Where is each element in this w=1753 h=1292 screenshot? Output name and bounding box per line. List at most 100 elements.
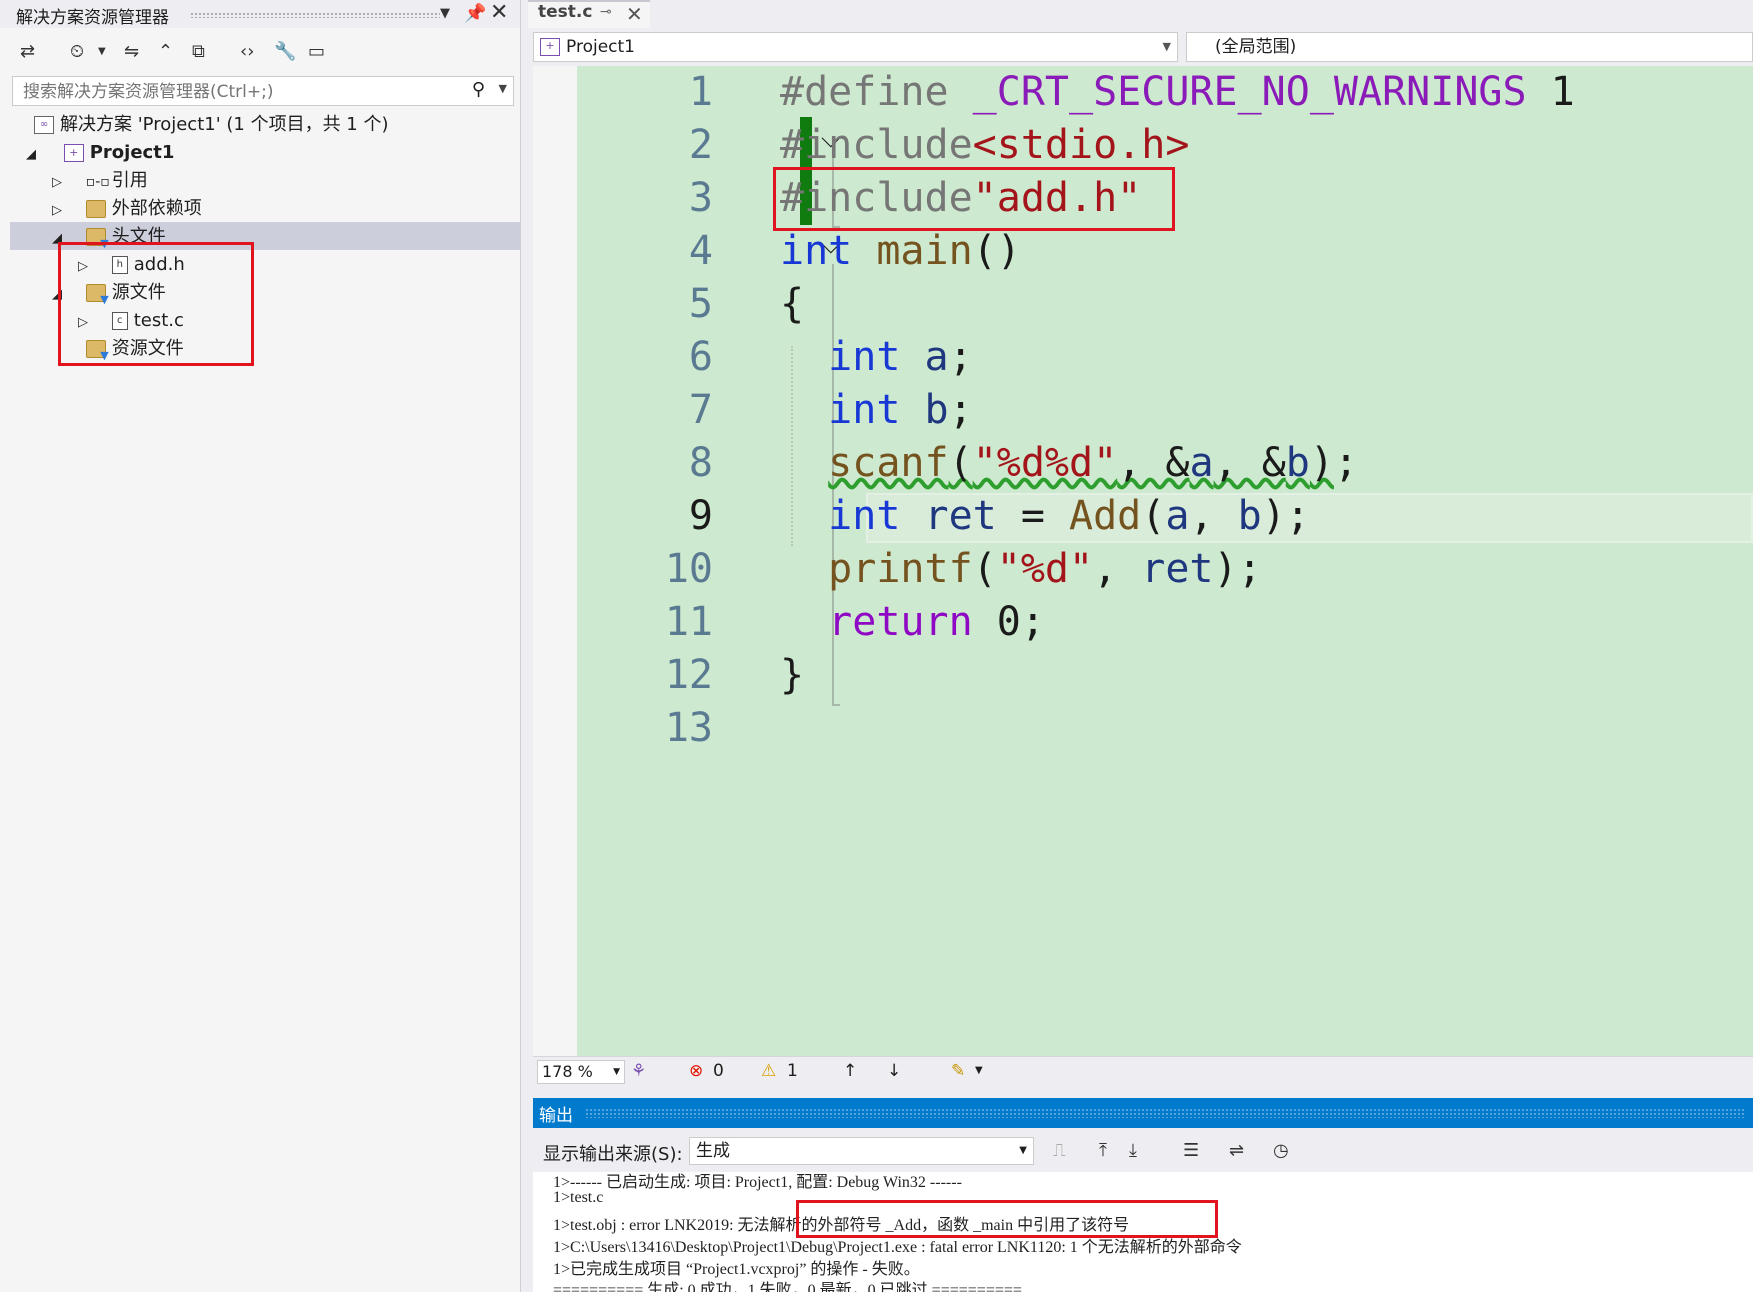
- chevron-down-icon[interactable]: ▼: [975, 1065, 983, 1076]
- project-label: Project1: [89, 142, 175, 163]
- line-number: 10: [664, 546, 713, 592]
- references-icon: ▫-▫: [85, 174, 110, 190]
- intellicode-icon[interactable]: ⚘: [631, 1061, 646, 1081]
- pending-changes-icon[interactable]: ⏲: [70, 40, 84, 64]
- collapsed-arrow-icon[interactable]: ▷: [52, 169, 66, 197]
- solution-explorer-title: 解决方案资源管理器: [16, 8, 169, 28]
- output-source-dropdown[interactable]: 生成 ▼: [689, 1137, 1034, 1165]
- annotation-highlight-box: [796, 1200, 1218, 1238]
- preview-selected-icon[interactable]: ▭: [308, 40, 325, 64]
- properties-wrench-icon[interactable]: 🔧: [274, 40, 296, 64]
- expanded-arrow-icon[interactable]: ◢: [26, 141, 40, 169]
- solution-explorer-titlebar: 解决方案资源管理器 ▼ 📌 ✕: [0, 0, 520, 28]
- line-number: 7: [688, 387, 713, 433]
- project-dropdown-value: Project1: [566, 37, 635, 57]
- error-count[interactable]: 0: [713, 1061, 724, 1081]
- tree-solution-node[interactable]: ∞ 解决方案 'Project1' (1 个项目，共 1 个): [34, 111, 389, 139]
- titlebar-grip[interactable]: [190, 12, 440, 18]
- cpp-project-icon: +: [540, 38, 560, 56]
- output-titlebar: 输出: [533, 1098, 1753, 1128]
- code-line-9: int ret = Add(a, b);: [828, 493, 1310, 539]
- tab-close-icon[interactable]: ✕: [626, 2, 643, 26]
- line-number: 5: [688, 281, 713, 327]
- window-position-dropdown-icon[interactable]: ▼: [440, 2, 450, 26]
- line-number: 4: [688, 228, 713, 274]
- code-line-5: {: [780, 281, 805, 327]
- output-line: ========== 生成: 0 成功，1 失败，0 最新，0 已跳过 ====…: [553, 1282, 1022, 1292]
- solution-search-box: ⚲ ▼: [12, 76, 514, 106]
- solution-explorer-panel: 解决方案资源管理器 ▼ 📌 ✕ ⇄ ⏲ ▼ ⇋ ⌃ ⧉ ‹› 🔧 ▭ ⚲ ▼ ∞…: [0, 0, 521, 1292]
- chevron-down-icon[interactable]: ▼: [1019, 1138, 1027, 1164]
- zoom-value: 178 %: [542, 1062, 593, 1081]
- editor-status-bar: 178 % ▼ ⚘ ⊗ 0 ⚠ 1 ↑ ↓ ✎ ▼: [533, 1056, 1753, 1089]
- scope-dropdown[interactable]: (全局范围): [1186, 32, 1753, 62]
- solution-label: 解决方案 'Project1' (1 个项目，共 1 个): [60, 114, 389, 135]
- code-line-7: int b;: [828, 387, 973, 433]
- external-deps-folder-icon: [85, 200, 106, 218]
- search-options-dropdown-icon[interactable]: ▼: [499, 82, 507, 95]
- tab-test-c[interactable]: test.c ⊸ ✕: [528, 0, 650, 28]
- tree-external-deps-node[interactable]: ▷ 外部依赖项: [52, 195, 202, 223]
- code-line-2: #include<stdio.h>: [780, 122, 1190, 168]
- solution-search-input[interactable]: [21, 79, 465, 105]
- line-number-current: 9: [688, 493, 713, 539]
- warning-count[interactable]: 1: [787, 1061, 798, 1081]
- output-text-area[interactable]: 1>------ 已启动生成: 项目: Project1, 配置: Debug …: [533, 1172, 1753, 1292]
- line-number: 6: [688, 334, 713, 380]
- titlebar-grip[interactable]: [585, 1108, 1745, 1118]
- tab-pin-icon[interactable]: ⊸: [600, 4, 612, 20]
- word-wrap-icon[interactable]: ⇌: [1229, 1139, 1244, 1163]
- line-number: 13: [664, 705, 713, 751]
- code-line-8: scanf("%d%d", &a, &b);: [828, 440, 1359, 486]
- pin-icon[interactable]: 📌: [464, 2, 486, 26]
- output-toolbar: 显示输出来源(S): 生成 ▼ ⎍ ⤒ ⤓ ☰ ⇌ ◷: [533, 1130, 1753, 1172]
- external-deps-label: 外部依赖项: [111, 198, 202, 219]
- code-line-6: int a;: [828, 334, 973, 380]
- output-source-label: 显示输出来源(S):: [543, 1144, 683, 1165]
- code-line-11: return 0;: [828, 599, 1045, 645]
- scope-dropdown-value: (全局范围): [1215, 37, 1297, 57]
- switch-views-icon[interactable]: ⇄: [20, 40, 35, 64]
- code-line-12: }: [780, 652, 805, 698]
- clear-all-icon[interactable]: ☰: [1183, 1139, 1199, 1163]
- close-icon[interactable]: ✕: [490, 1, 508, 25]
- next-issue-icon[interactable]: ↓: [887, 1061, 901, 1081]
- line-number: 11: [664, 599, 713, 645]
- search-icon[interactable]: ⚲: [472, 79, 485, 100]
- solution-explorer-toolbar: ⇄ ⏲ ▼ ⇋ ⌃ ⧉ ‹› 🔧 ▭: [0, 30, 520, 72]
- project-dropdown[interactable]: + Project1 ▼: [533, 32, 1178, 62]
- show-all-files-icon[interactable]: ⧉: [192, 40, 205, 64]
- previous-issue-icon[interactable]: ↑: [843, 1061, 857, 1081]
- previous-message-icon[interactable]: ⤒: [1099, 1139, 1107, 1163]
- collapsed-arrow-icon[interactable]: ▷: [52, 197, 66, 225]
- line-number: 2: [688, 122, 713, 168]
- line-number: 3: [688, 175, 713, 221]
- collapse-all-icon[interactable]: ⌃: [158, 40, 173, 64]
- output-line: 1>------ 已启动生成: 项目: Project1, 配置: Debug …: [553, 1174, 962, 1191]
- pending-changes-dropdown-icon[interactable]: ▼: [98, 40, 106, 64]
- code-cleanup-icon[interactable]: ✎: [951, 1061, 965, 1081]
- timestamp-icon[interactable]: ◷: [1273, 1139, 1289, 1163]
- code-line-10: printf("%d", ret);: [828, 546, 1262, 592]
- code-editor[interactable]: 1 2 3 4 5 6 7 8 9 10 11 12 13 ⌵ ⌵ #defin…: [533, 66, 1753, 1056]
- zoom-dropdown[interactable]: 178 % ▼: [537, 1060, 625, 1084]
- solution-icon: ∞: [34, 116, 54, 134]
- warning-icon[interactable]: ⚠: [761, 1061, 776, 1081]
- annotation-highlight-box: [58, 242, 254, 366]
- tab-label: test.c: [538, 2, 593, 22]
- line-number: 12: [664, 652, 713, 698]
- output-line: 1>test.c: [553, 1189, 604, 1206]
- sync-with-document-icon[interactable]: ⇋: [124, 40, 139, 64]
- output-source-value: 生成: [696, 1141, 730, 1161]
- chevron-down-icon[interactable]: ▼: [1163, 33, 1171, 61]
- chevron-down-icon[interactable]: ▼: [613, 1061, 620, 1083]
- view-code-icon[interactable]: ‹›: [240, 40, 254, 64]
- code-line-4: int main(): [780, 228, 1021, 274]
- error-icon[interactable]: ⊗: [689, 1061, 703, 1081]
- code-line-1: #define _CRT_SECURE_NO_WARNINGS 1: [780, 69, 1575, 115]
- go-to-line-icon[interactable]: ⎍: [1053, 1139, 1066, 1163]
- next-message-icon[interactable]: ⤓: [1129, 1139, 1137, 1163]
- tree-references-node[interactable]: ▷ ▫-▫ 引用: [52, 167, 148, 195]
- annotation-highlight-box: [773, 167, 1175, 231]
- tree-project-node[interactable]: ◢ + Project1: [26, 139, 174, 167]
